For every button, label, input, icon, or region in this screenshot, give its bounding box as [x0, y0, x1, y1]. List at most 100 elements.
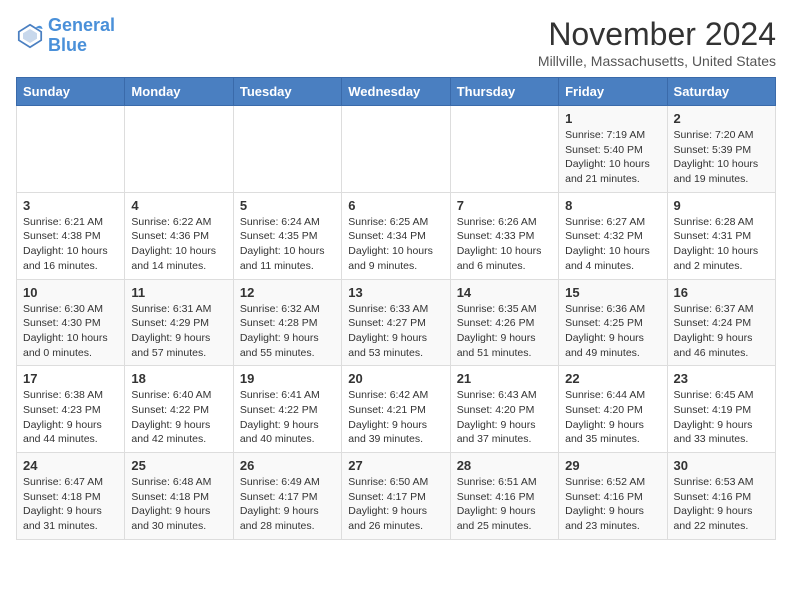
day-number: 18 [131, 371, 226, 386]
day-number: 25 [131, 458, 226, 473]
day-cell: 3 Sunrise: 6:21 AM Sunset: 4:38 PM Daylig… [17, 192, 125, 279]
day-number: 2 [674, 111, 769, 126]
day-info: Sunrise: 6:33 AM Sunset: 4:27 PM Dayligh… [348, 302, 443, 361]
day-info: Sunrise: 6:21 AM Sunset: 4:38 PM Dayligh… [23, 215, 118, 274]
day-number: 26 [240, 458, 335, 473]
day-cell: 7 Sunrise: 6:26 AM Sunset: 4:33 PM Daylig… [450, 192, 558, 279]
day-number: 19 [240, 371, 335, 386]
day-info: Sunrise: 7:20 AM Sunset: 5:39 PM Dayligh… [674, 128, 769, 187]
day-info: Sunrise: 6:48 AM Sunset: 4:18 PM Dayligh… [131, 475, 226, 534]
day-info: Sunrise: 6:24 AM Sunset: 4:35 PM Dayligh… [240, 215, 335, 274]
day-number: 15 [565, 285, 660, 300]
day-info: Sunrise: 6:27 AM Sunset: 4:32 PM Dayligh… [565, 215, 660, 274]
day-number: 13 [348, 285, 443, 300]
day-cell: 14 Sunrise: 6:35 AM Sunset: 4:26 PM Dayli… [450, 279, 558, 366]
day-cell: 27 Sunrise: 6:50 AM Sunset: 4:17 PM Dayli… [342, 453, 450, 540]
day-header-wednesday: Wednesday [342, 78, 450, 106]
day-number: 5 [240, 198, 335, 213]
day-info: Sunrise: 6:38 AM Sunset: 4:23 PM Dayligh… [23, 388, 118, 447]
day-number: 9 [674, 198, 769, 213]
day-cell: 20Sunrise: 6:42 AM Sunset: 4:21 PM Dayli… [342, 366, 450, 453]
day-number: 28 [457, 458, 552, 473]
calendar-table: SundayMondayTuesdayWednesdayThursdayFrid… [16, 77, 776, 540]
day-cell: 30 Sunrise: 6:53 AM Sunset: 4:16 PM Dayli… [667, 453, 775, 540]
day-number: 10 [23, 285, 118, 300]
title-section: November 2024 Millville, Massachusetts, … [538, 16, 776, 69]
day-info: Sunrise: 6:26 AM Sunset: 4:33 PM Dayligh… [457, 215, 552, 274]
day-number: 14 [457, 285, 552, 300]
day-info: Sunrise: 6:25 AM Sunset: 4:34 PM Dayligh… [348, 215, 443, 274]
day-cell: 28 Sunrise: 6:51 AM Sunset: 4:16 PM Dayli… [450, 453, 558, 540]
page-header: General Blue November 2024 Millville, Ma… [16, 16, 776, 69]
day-cell: 2 Sunrise: 7:20 AM Sunset: 5:39 PM Daylig… [667, 106, 775, 193]
day-cell [17, 106, 125, 193]
day-cell: 18Sunrise: 6:40 AM Sunset: 4:22 PM Dayli… [125, 366, 233, 453]
day-number: 7 [457, 198, 552, 213]
day-cell: 25 Sunrise: 6:48 AM Sunset: 4:18 PM Dayli… [125, 453, 233, 540]
day-info: Sunrise: 6:31 AM Sunset: 4:29 PM Dayligh… [131, 302, 226, 361]
day-cell: 9 Sunrise: 6:28 AM Sunset: 4:31 PM Daylig… [667, 192, 775, 279]
day-cell: 17 Sunrise: 6:38 AM Sunset: 4:23 PM Dayli… [17, 366, 125, 453]
day-info: Sunrise: 6:30 AM Sunset: 4:30 PM Dayligh… [23, 302, 118, 361]
day-cell: 6Sunrise: 6:25 AM Sunset: 4:34 PM Daylig… [342, 192, 450, 279]
day-cell: 10 Sunrise: 6:30 AM Sunset: 4:30 PM Dayli… [17, 279, 125, 366]
day-cell: 29 Sunrise: 6:52 AM Sunset: 4:16 PM Dayli… [559, 453, 667, 540]
day-info: Sunrise: 6:44 AM Sunset: 4:20 PM Dayligh… [565, 388, 660, 447]
day-info: Sunrise: 6:36 AM Sunset: 4:25 PM Dayligh… [565, 302, 660, 361]
day-header-saturday: Saturday [667, 78, 775, 106]
day-info: Sunrise: 6:47 AM Sunset: 4:18 PM Dayligh… [23, 475, 118, 534]
day-info: Sunrise: 6:50 AM Sunset: 4:17 PM Dayligh… [348, 475, 443, 534]
day-number: 3 [23, 198, 118, 213]
day-cell [125, 106, 233, 193]
day-cell [450, 106, 558, 193]
day-number: 30 [674, 458, 769, 473]
location-title: Millville, Massachusetts, United States [538, 53, 776, 69]
day-number: 17 [23, 371, 118, 386]
day-info: Sunrise: 6:41 AM Sunset: 4:22 PM Dayligh… [240, 388, 335, 447]
day-info: Sunrise: 6:42 AM Sunset: 4:21 PM Dayligh… [348, 388, 443, 447]
day-cell: 19 Sunrise: 6:41 AM Sunset: 4:22 PM Dayli… [233, 366, 341, 453]
day-info: Sunrise: 6:52 AM Sunset: 4:16 PM Dayligh… [565, 475, 660, 534]
day-cell: 13 Sunrise: 6:33 AM Sunset: 4:27 PM Dayli… [342, 279, 450, 366]
day-number: 4 [131, 198, 226, 213]
day-cell: 15 Sunrise: 6:36 AM Sunset: 4:25 PM Dayli… [559, 279, 667, 366]
day-cell: 26 Sunrise: 6:49 AM Sunset: 4:17 PM Dayli… [233, 453, 341, 540]
day-info: Sunrise: 6:53 AM Sunset: 4:16 PM Dayligh… [674, 475, 769, 534]
day-info: Sunrise: 6:22 AM Sunset: 4:36 PM Dayligh… [131, 215, 226, 274]
day-cell: 4 Sunrise: 6:22 AM Sunset: 4:36 PM Daylig… [125, 192, 233, 279]
day-info: Sunrise: 6:35 AM Sunset: 4:26 PM Dayligh… [457, 302, 552, 361]
day-cell: 23 Sunrise: 6:45 AM Sunset: 4:19 PM Dayli… [667, 366, 775, 453]
day-number: 29 [565, 458, 660, 473]
day-cell [342, 106, 450, 193]
week-row-3: 10 Sunrise: 6:30 AM Sunset: 4:30 PM Dayli… [17, 279, 776, 366]
day-number: 16 [674, 285, 769, 300]
week-row-4: 17 Sunrise: 6:38 AM Sunset: 4:23 PM Dayli… [17, 366, 776, 453]
day-info: Sunrise: 6:49 AM Sunset: 4:17 PM Dayligh… [240, 475, 335, 534]
day-header-tuesday: Tuesday [233, 78, 341, 106]
day-info: Sunrise: 6:37 AM Sunset: 4:24 PM Dayligh… [674, 302, 769, 361]
day-info: Sunrise: 6:51 AM Sunset: 4:16 PM Dayligh… [457, 475, 552, 534]
month-title: November 2024 [538, 16, 776, 53]
day-info: Sunrise: 6:43 AM Sunset: 4:20 PM Dayligh… [457, 388, 552, 447]
logo-icon [16, 22, 44, 50]
day-cell: 1Sunrise: 7:19 AM Sunset: 5:40 PM Daylig… [559, 106, 667, 193]
day-info: Sunrise: 6:45 AM Sunset: 4:19 PM Dayligh… [674, 388, 769, 447]
day-info: Sunrise: 6:28 AM Sunset: 4:31 PM Dayligh… [674, 215, 769, 274]
week-row-2: 3 Sunrise: 6:21 AM Sunset: 4:38 PM Daylig… [17, 192, 776, 279]
day-number: 23 [674, 371, 769, 386]
day-cell: 5 Sunrise: 6:24 AM Sunset: 4:35 PM Daylig… [233, 192, 341, 279]
day-header-monday: Monday [125, 78, 233, 106]
day-cell: 12Sunrise: 6:32 AM Sunset: 4:28 PM Dayli… [233, 279, 341, 366]
day-number: 8 [565, 198, 660, 213]
logo: General Blue [16, 16, 115, 56]
day-header-friday: Friday [559, 78, 667, 106]
week-row-1: 1Sunrise: 7:19 AM Sunset: 5:40 PM Daylig… [17, 106, 776, 193]
day-info: Sunrise: 6:32 AM Sunset: 4:28 PM Dayligh… [240, 302, 335, 361]
week-row-5: 24 Sunrise: 6:47 AM Sunset: 4:18 PM Dayli… [17, 453, 776, 540]
day-number: 11 [131, 285, 226, 300]
day-number: 27 [348, 458, 443, 473]
day-cell: 8 Sunrise: 6:27 AM Sunset: 4:32 PM Daylig… [559, 192, 667, 279]
day-header-thursday: Thursday [450, 78, 558, 106]
day-number: 24 [23, 458, 118, 473]
day-info: Sunrise: 7:19 AM Sunset: 5:40 PM Dayligh… [565, 128, 660, 187]
